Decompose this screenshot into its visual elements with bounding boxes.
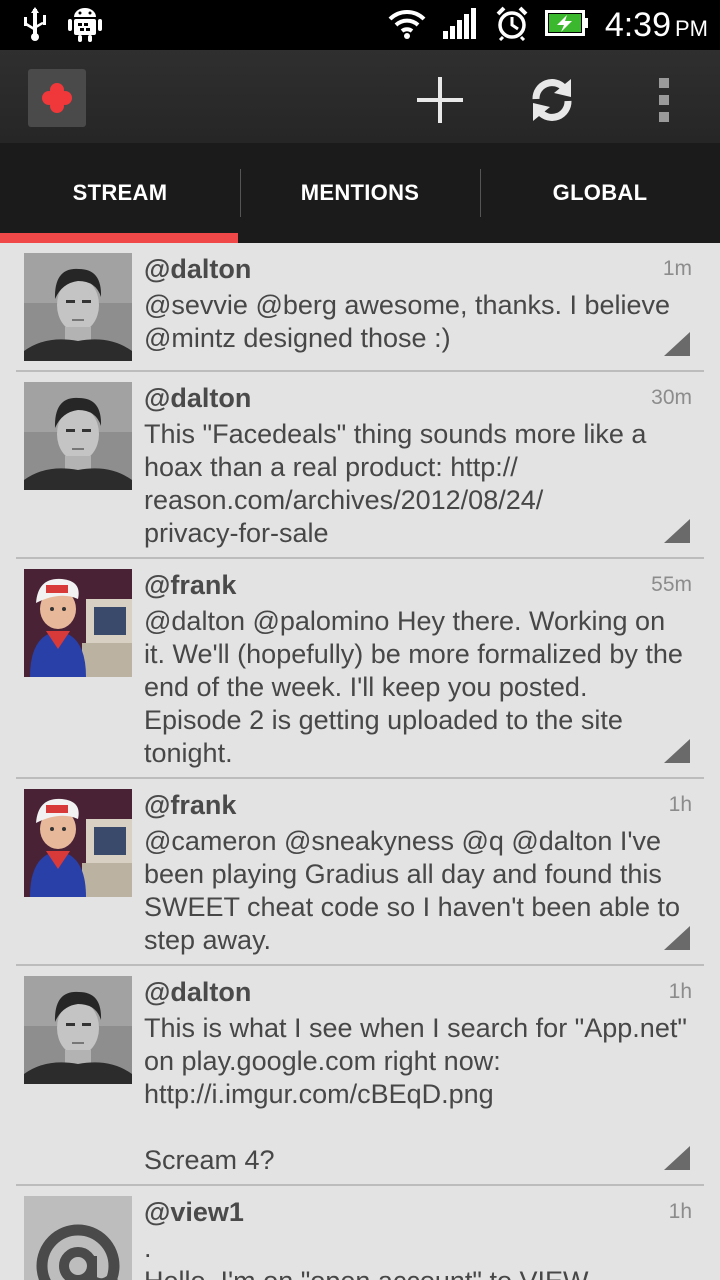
post-item[interactable]: 55m @frank @dalton @palomino Hey there. …: [16, 559, 704, 779]
at-sign-avatar[interactable]: [24, 1196, 132, 1280]
post-time: 1h: [668, 1200, 692, 1223]
tab-label: MENTIONS: [300, 180, 420, 205]
post-time: 30m: [651, 386, 692, 409]
post-item[interactable]: 1h @frank @cameron @sneakyness @q @dalto…: [16, 779, 704, 966]
post-username[interactable]: @frank: [144, 789, 688, 821]
post-time: 1m: [662, 257, 692, 280]
battery-charging-icon: [544, 9, 589, 41]
post-username[interactable]: @dalton: [144, 976, 688, 1008]
post-text: @dalton @palomino Hey there. Working on …: [144, 606, 691, 768]
dalton-avatar[interactable]: [24, 382, 132, 490]
tab-mentions[interactable]: MENTIONS: [240, 143, 480, 243]
post-username[interactable]: @view1: [144, 1196, 688, 1228]
post-text: @cameron @sneakyness @q @dalton I've bee…: [144, 826, 688, 955]
post-text: . Hello. I'm on "open account" to VIEW: [144, 1233, 589, 1280]
frank-avatar[interactable]: [24, 569, 132, 677]
dalton-avatar[interactable]: [24, 976, 132, 1084]
post-stream[interactable]: 1m @dalton @sevvie @berg awesome, thanks…: [0, 243, 720, 1280]
status-bar: 4:39 PM: [0, 0, 720, 50]
post-item[interactable]: 1m @dalton @sevvie @berg awesome, thanks…: [16, 243, 704, 372]
expand-corner-icon[interactable]: [664, 332, 690, 356]
post-text: This "Facedeals" thing sounds more like …: [144, 419, 647, 548]
tab-global[interactable]: GLOBAL: [480, 143, 720, 243]
refresh-icon[interactable]: [524, 72, 580, 128]
post-username[interactable]: @dalton: [144, 382, 688, 414]
post-time: 55m: [651, 573, 692, 596]
post-text: This is what I see when I search for "Ap…: [144, 1013, 687, 1175]
post-item[interactable]: 1h @dalton This is what I see when I sea…: [16, 966, 704, 1186]
wifi-icon: [387, 7, 427, 43]
tab-label: STREAM: [72, 180, 168, 205]
android-debug-icon: [68, 5, 102, 47]
tab-bar: STREAM MENTIONS GLOBAL: [0, 143, 720, 243]
alarm-icon: [495, 5, 529, 45]
post-username[interactable]: @dalton: [144, 253, 688, 285]
post-time: 1h: [668, 793, 692, 816]
overflow-menu-icon[interactable]: [636, 72, 692, 128]
expand-corner-icon[interactable]: [664, 926, 690, 950]
post-item[interactable]: 1h @view1 . Hello. I'm on "open account"…: [16, 1186, 704, 1280]
app-logo-icon[interactable]: [28, 69, 86, 127]
post-time: 1h: [668, 980, 692, 1003]
status-clock: 4:39 PM: [604, 5, 708, 44]
frank-avatar[interactable]: [24, 789, 132, 897]
tab-label: GLOBAL: [552, 180, 648, 205]
plus-icon[interactable]: [412, 72, 468, 128]
tab-stream[interactable]: STREAM: [0, 143, 240, 243]
post-username[interactable]: @frank: [144, 569, 688, 601]
expand-corner-icon[interactable]: [664, 739, 690, 763]
post-item[interactable]: 30m @dalton This "Facedeals" thing sound…: [16, 372, 704, 559]
signal-icon: [442, 7, 479, 43]
expand-corner-icon[interactable]: [664, 519, 690, 543]
action-bar: [0, 50, 720, 143]
dalton-avatar[interactable]: [24, 253, 132, 361]
expand-corner-icon[interactable]: [664, 1146, 690, 1170]
usb-icon: [20, 7, 50, 45]
post-text: @sevvie @berg awesome, thanks. I believe…: [144, 290, 678, 353]
